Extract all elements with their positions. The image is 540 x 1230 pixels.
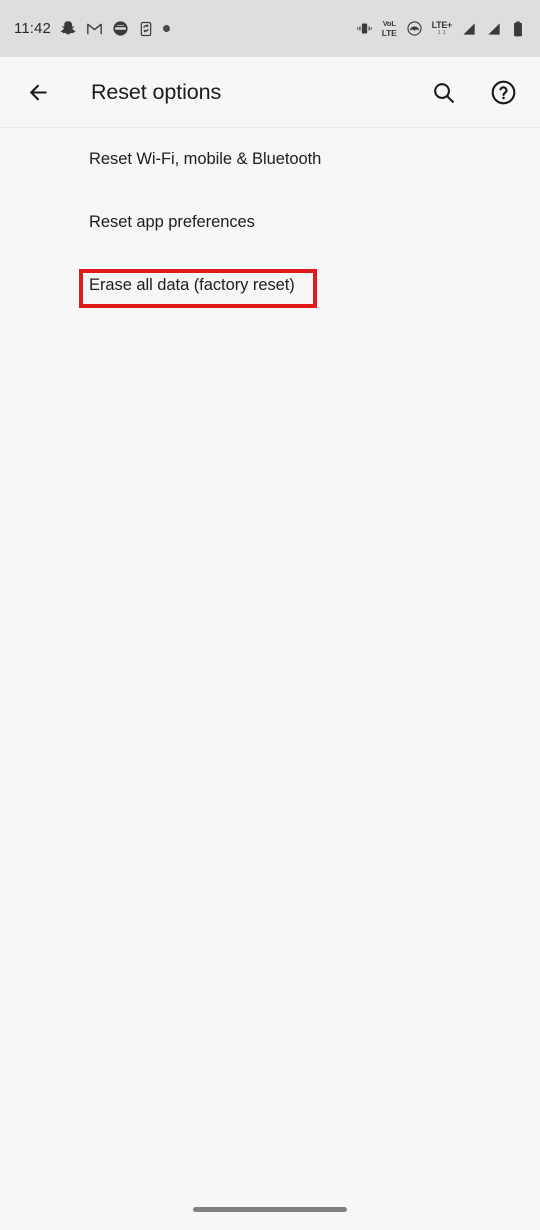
lte-plus-icon: LTE+ 1 1	[431, 20, 453, 36]
wifi-calling-icon	[406, 20, 423, 37]
erase-all-data-label: Erase all data (factory reset)	[89, 276, 295, 294]
signal-sim2-icon	[486, 21, 502, 37]
status-bar: 11:42 VoL LTE LTE+ 1 1	[0, 0, 540, 57]
reset-options-list: Reset Wi-Fi, mobile & Bluetooth Reset ap…	[0, 128, 540, 317]
back-arrow-icon	[29, 84, 47, 100]
status-bar-right-group: VoL LTE LTE+ 1 1	[356, 20, 525, 37]
home-gesture-pill[interactable]	[193, 1206, 347, 1212]
reset-app-preferences-label: Reset app preferences	[89, 213, 255, 231]
status-bar-clock: 11:42	[14, 20, 51, 37]
gmail-icon	[86, 20, 103, 37]
volte-line-2: LTE	[381, 27, 397, 38]
status-bar-left-group: 11:42	[14, 20, 356, 37]
volte-icon: VoL LTE	[382, 20, 397, 37]
reset-network-item[interactable]: Reset Wi-Fi, mobile & Bluetooth	[0, 128, 540, 191]
lte-sublabel: 1 1	[437, 30, 446, 36]
erase-all-data-item[interactable]: Erase all data (factory reset)	[0, 254, 540, 317]
snapchat-icon	[60, 20, 77, 37]
lte-label: LTE+	[431, 20, 453, 30]
reset-network-label: Reset Wi-Fi, mobile & Bluetooth	[89, 150, 322, 168]
help-circle-icon	[491, 80, 515, 104]
volte-line-1: VoL	[382, 19, 396, 28]
help-button[interactable]	[482, 71, 524, 113]
phone-sync-icon	[138, 21, 154, 37]
back-button[interactable]	[18, 72, 58, 112]
battery-icon	[511, 20, 525, 37]
more-notifications-dot-icon	[162, 25, 170, 32]
app-notification-icon	[112, 20, 129, 37]
signal-sim1-icon	[461, 21, 477, 37]
app-bar: Reset options	[0, 57, 540, 128]
navigation-bar	[0, 1188, 540, 1230]
search-button[interactable]	[422, 71, 464, 113]
search-icon	[433, 82, 454, 103]
vibrate-icon	[356, 20, 373, 37]
page-title: Reset options	[91, 79, 222, 104]
reset-app-preferences-item[interactable]: Reset app preferences	[0, 191, 540, 254]
